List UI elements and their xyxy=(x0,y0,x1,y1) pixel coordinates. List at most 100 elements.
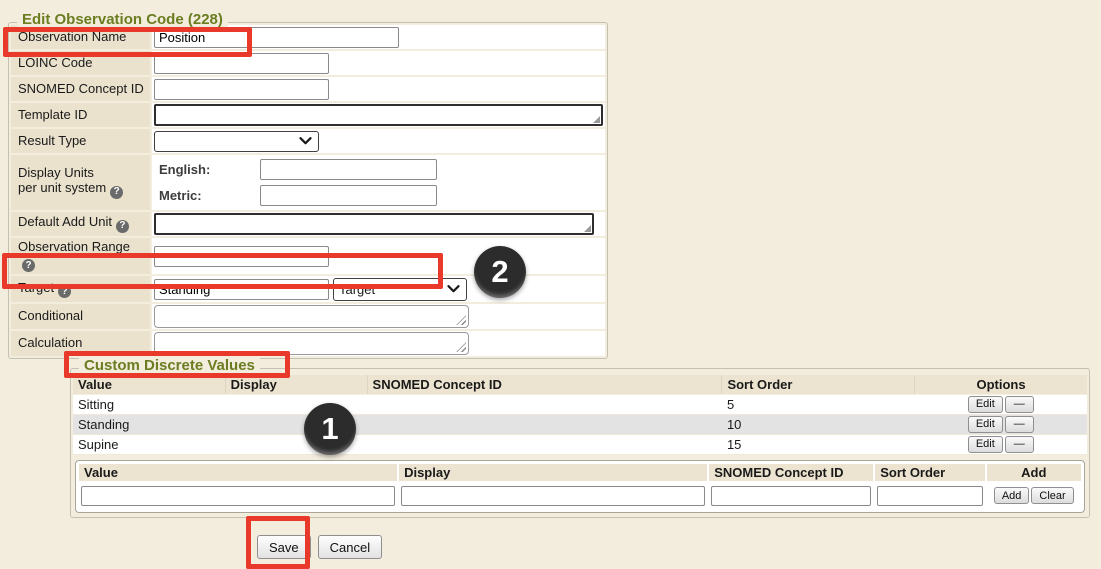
remove-button[interactable]: — xyxy=(1005,396,1034,413)
resize-grip-icon xyxy=(456,315,466,325)
display-units-row: Display Units per unit system? English: … xyxy=(11,155,605,210)
add-value-input[interactable] xyxy=(81,486,395,506)
edit-observation-form: Observation Name LOINC Code SNOMED Conce… xyxy=(9,23,607,358)
add-row-header: Value Display SNOMED Concept ID Sort Ord… xyxy=(79,464,1081,481)
step-badge-1: 1 xyxy=(304,403,356,455)
metric-units-input[interactable] xyxy=(260,185,437,206)
result-type-label: Result Type xyxy=(11,129,150,153)
display-units-label-line1: Display Units xyxy=(18,165,94,180)
page: Edit Observation Code (228) Observation … xyxy=(0,0,1101,569)
default-add-unit-label: Default Add Unit? xyxy=(11,212,150,236)
display-units-label: Display Units per unit system? xyxy=(11,155,150,210)
row-sort-order: 5 xyxy=(722,394,915,414)
chevron-down-icon xyxy=(299,137,312,145)
target-label: Target? xyxy=(11,276,150,302)
edit-observation-code-title: Edit Observation Code (228) xyxy=(17,11,228,28)
calculation-label: Calculation xyxy=(11,331,150,356)
save-button[interactable]: Save xyxy=(257,535,311,559)
loinc-code-label: LOINC Code xyxy=(11,51,150,75)
metric-units-row: Metric: xyxy=(154,183,603,208)
english-units-row: English: xyxy=(154,157,603,182)
add-discrete-value-box: Value Display SNOMED Concept ID Sort Ord… xyxy=(75,460,1085,513)
default-add-unit-textarea[interactable] xyxy=(154,213,594,235)
loinc-code-row: LOINC Code xyxy=(11,51,605,75)
snomed-concept-id-label: SNOMED Concept ID xyxy=(11,77,150,101)
default-add-unit-row: Default Add Unit? xyxy=(11,212,605,236)
row-snomed xyxy=(367,414,722,434)
result-type-select[interactable] xyxy=(154,131,319,152)
english-units-input[interactable] xyxy=(260,159,437,180)
clear-button[interactable]: Clear xyxy=(1031,487,1073,504)
edit-button[interactable]: Edit xyxy=(968,436,1003,453)
english-label: English: xyxy=(159,162,260,177)
discrete-value-row-supine: Supine 15 Edit— xyxy=(73,434,1087,454)
remove-button[interactable]: — xyxy=(1005,416,1034,433)
resize-grip-icon xyxy=(456,342,466,352)
calculation-textarea[interactable] xyxy=(154,332,469,355)
row-value: Supine xyxy=(73,434,225,454)
add-display-input[interactable] xyxy=(401,486,705,506)
template-id-label: Template ID xyxy=(11,103,150,127)
snomed-concept-id-row: SNOMED Concept ID xyxy=(11,77,605,101)
discrete-values-table: Value Display SNOMED Concept ID Sort Ord… xyxy=(73,375,1087,455)
add-sort-order-header: Sort Order xyxy=(875,464,984,481)
observation-range-label-text: Observation Range xyxy=(18,239,130,254)
add-button[interactable]: Add xyxy=(994,487,1030,504)
loinc-code-input[interactable] xyxy=(154,53,329,74)
row-snomed xyxy=(367,394,722,414)
target-select-value: Target xyxy=(339,282,375,297)
row-value: Standing xyxy=(73,414,225,434)
display-units-label-line2: per unit system xyxy=(18,180,106,195)
default-add-unit-label-text: Default Add Unit xyxy=(18,214,112,229)
conditional-label: Conditional xyxy=(11,304,150,329)
add-sort-order-input[interactable] xyxy=(877,486,982,506)
template-id-row: Template ID xyxy=(11,103,605,127)
help-icon[interactable]: ? xyxy=(116,220,129,233)
add-snomed-input[interactable] xyxy=(711,486,871,506)
chevron-down-icon xyxy=(447,285,460,293)
target-label-text: Target xyxy=(18,280,54,295)
add-discrete-value-table: Value Display SNOMED Concept ID Sort Ord… xyxy=(77,462,1083,511)
form-actions: Save Cancel xyxy=(257,535,382,559)
template-id-textarea[interactable] xyxy=(154,104,603,126)
add-value-header: Value xyxy=(79,464,397,481)
target-select[interactable]: Target xyxy=(333,278,467,301)
conditional-row: Conditional xyxy=(11,304,605,329)
observation-name-label: Observation Name xyxy=(11,25,150,49)
remove-button[interactable]: — xyxy=(1005,436,1034,453)
observation-name-input[interactable] xyxy=(154,27,399,48)
discrete-value-row-sitting: Sitting 5 Edit— xyxy=(73,394,1087,414)
custom-discrete-values-title: Custom Discrete Values xyxy=(79,357,260,374)
resize-grip-icon xyxy=(584,225,591,232)
edit-observation-code-section: Edit Observation Code (228) Observation … xyxy=(8,22,608,359)
row-sort-order: 15 xyxy=(722,434,915,454)
step-badge-2: 2 xyxy=(474,246,526,298)
conditional-textarea[interactable] xyxy=(154,305,469,328)
custom-discrete-values-section: Custom Discrete Values Value Display SNO… xyxy=(70,368,1090,518)
target-value-input[interactable] xyxy=(154,279,329,300)
help-icon[interactable]: ? xyxy=(22,259,35,272)
observation-name-row: Observation Name xyxy=(11,25,605,49)
snomed-concept-id-input[interactable] xyxy=(154,79,329,100)
row-value: Sitting xyxy=(73,394,225,414)
help-icon[interactable]: ? xyxy=(110,186,123,199)
row-sort-order: 10 xyxy=(722,414,915,434)
add-snomed-header: SNOMED Concept ID xyxy=(709,464,873,481)
discrete-value-row-standing: Standing 10 Edit— xyxy=(73,414,1087,434)
options-column-header: Options xyxy=(915,375,1087,394)
cancel-button[interactable]: Cancel xyxy=(318,535,382,559)
discrete-values-header-row: Value Display SNOMED Concept ID Sort Ord… xyxy=(73,375,1087,394)
display-column-header: Display xyxy=(225,375,367,394)
calculation-row: Calculation xyxy=(11,331,605,356)
row-snomed xyxy=(367,434,722,454)
edit-button[interactable]: Edit xyxy=(968,396,1003,413)
observation-range-label: Observation Range? xyxy=(11,238,150,274)
result-type-row: Result Type xyxy=(11,129,605,153)
sort-order-column-header: Sort Order xyxy=(722,375,915,394)
edit-button[interactable]: Edit xyxy=(968,416,1003,433)
metric-label: Metric: xyxy=(159,188,260,203)
snomed-column-header: SNOMED Concept ID xyxy=(367,375,722,394)
add-column-header: Add xyxy=(987,464,1081,481)
help-icon[interactable]: ? xyxy=(58,285,71,298)
observation-range-input[interactable] xyxy=(154,246,329,267)
